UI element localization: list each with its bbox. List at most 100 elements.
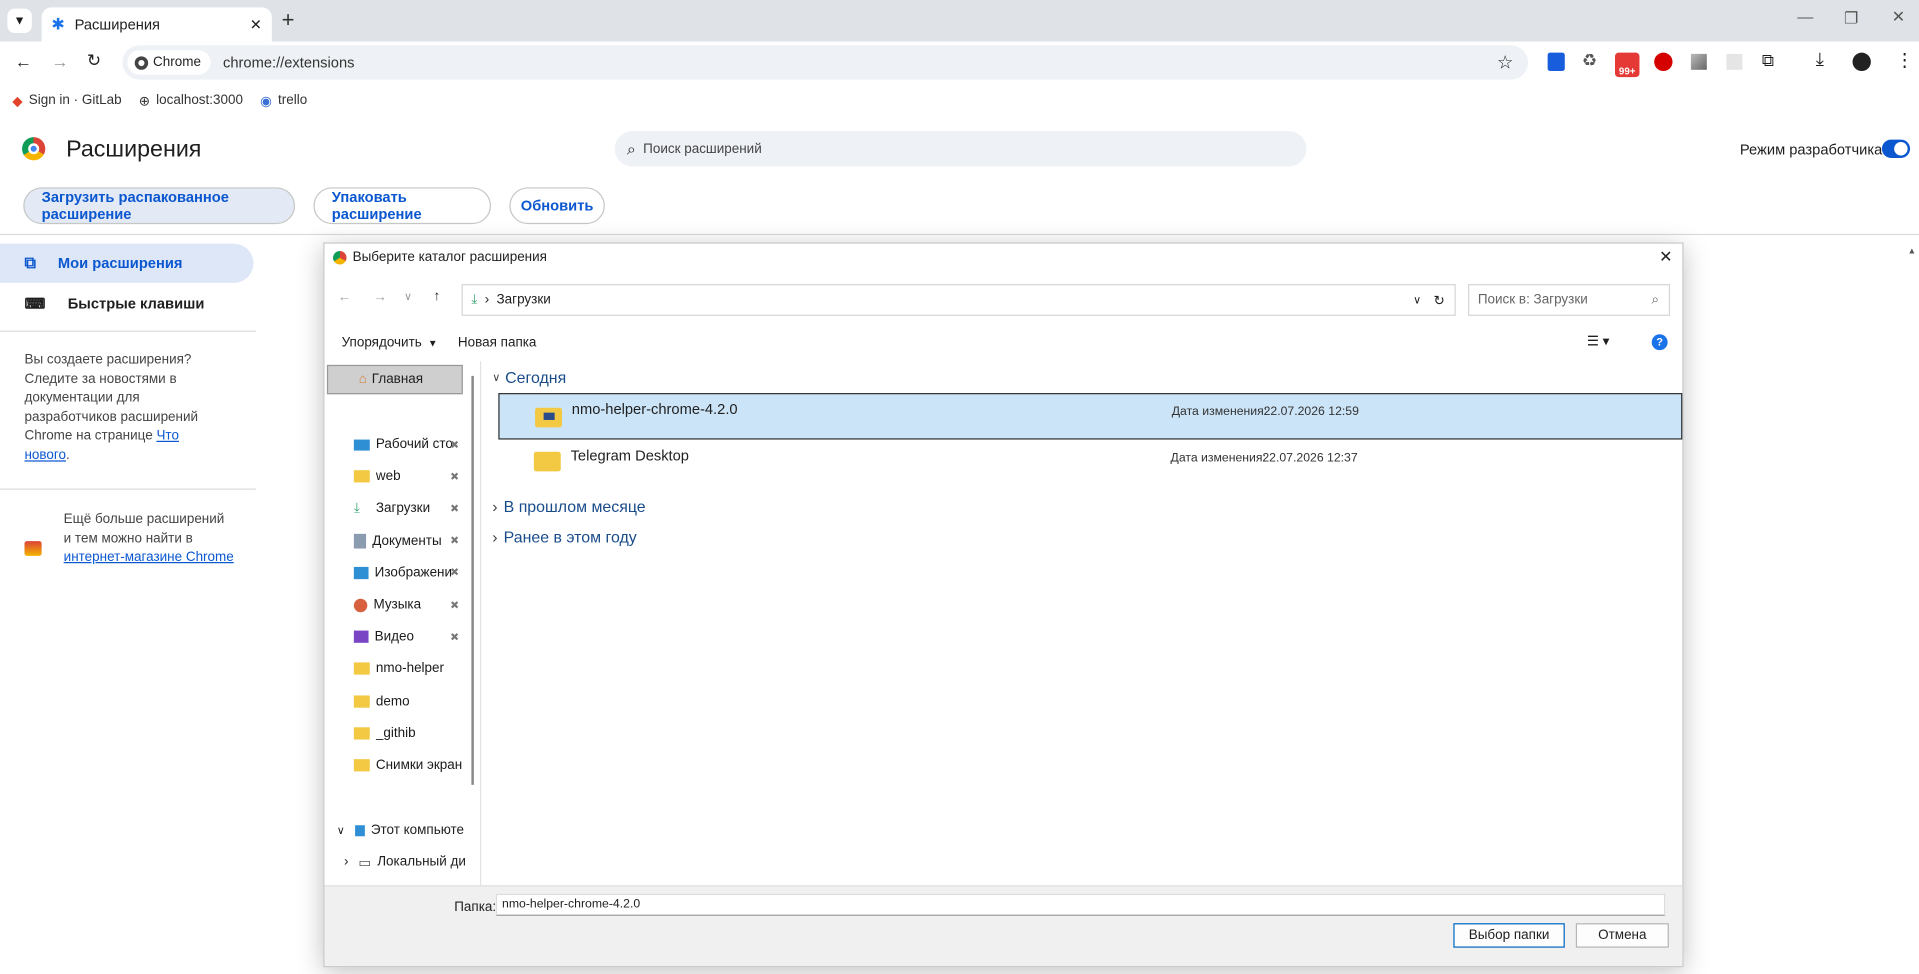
site-chip[interactable]: Chrome xyxy=(127,50,211,75)
bookmark-gitlab[interactable]: ◆ Sign in · GitLab xyxy=(12,92,121,108)
up-icon[interactable]: ↑ xyxy=(433,289,440,304)
adblock-icon[interactable] xyxy=(1654,52,1673,72)
nav-quick-access-item[interactable]: Документы ✚ xyxy=(324,525,464,557)
new-tab-button[interactable]: + xyxy=(282,7,295,33)
extensions-menu-icon[interactable]: ⧉ xyxy=(1762,50,1774,71)
tab-search-button[interactable]: ▼ xyxy=(7,8,32,34)
nav-quick-access-item[interactable]: Изображени ✚ xyxy=(324,557,464,589)
breadcrumb[interactable]: Загрузки xyxy=(497,293,551,308)
nav-quick-access-item[interactable]: Снимки экрана xyxy=(324,749,464,781)
dev-mode-toggle[interactable] xyxy=(1881,139,1911,158)
forward-icon[interactable]: → xyxy=(51,51,68,71)
close-icon[interactable]: ✕ xyxy=(1659,247,1672,267)
download-icon[interactable]: ⤓ xyxy=(1816,49,1824,70)
cancel-button[interactable]: Отмена xyxy=(1575,923,1669,948)
star-icon[interactable]: ☆ xyxy=(1497,51,1513,74)
load-unpacked-button[interactable]: Загрузить распакованное расширение xyxy=(23,187,296,225)
close-window-button[interactable]: ✕ xyxy=(1892,7,1905,27)
music-icon xyxy=(353,598,368,612)
download-icon: ⤓ xyxy=(471,292,478,307)
dialog-search-box[interactable]: Поиск в: Загрузки ⌕ xyxy=(1468,284,1671,316)
scroll-up-icon[interactable]: ▲ xyxy=(1908,247,1916,256)
reload-icon[interactable]: ↻ xyxy=(87,50,101,71)
bitwarden-icon[interactable] xyxy=(1547,52,1565,72)
pack-extension-button[interactable]: Упаковать расширение xyxy=(313,187,491,225)
nav-local-disk-label: Локальный ди xyxy=(377,854,466,870)
group-today-label: Сегодня xyxy=(505,368,567,387)
light-extension-icon[interactable] xyxy=(1726,53,1743,70)
group-last-month[interactable]: › В прошлом месяце xyxy=(492,497,645,515)
nav-local-disk[interactable]: › ▭ Локальный ди xyxy=(324,846,466,878)
chip-label: Chrome xyxy=(153,55,201,70)
new-folder-button[interactable]: Новая папка xyxy=(458,335,537,350)
address-box[interactable]: ⤓ › Загрузки ∨ ↻ xyxy=(461,284,1456,316)
nav-item-label: Музыка xyxy=(373,597,422,613)
nav-scrollbar[interactable] xyxy=(471,375,474,785)
profile-avatar[interactable] xyxy=(1852,52,1871,72)
folder-picker-dialog: Выберите каталог расширения ✕ ← → ∨ ↑ ⤓ … xyxy=(323,242,1684,968)
back-icon[interactable]: ← xyxy=(15,51,32,71)
page-scrollbar[interactable]: ▲ xyxy=(1908,239,1916,974)
file-row[interactable]: Telegram Desktop Дата изменения: 22.07.2… xyxy=(498,442,1682,484)
chevron-right-icon: › xyxy=(492,527,498,547)
bookmark-label: localhost:3000 xyxy=(156,93,244,108)
globe-icon: ⊕ xyxy=(138,93,151,109)
close-icon[interactable]: ✕ xyxy=(250,16,262,33)
chevron-right-icon[interactable]: › xyxy=(344,855,348,870)
nav-item-label: demo xyxy=(375,693,410,709)
nav-item-label: Видео xyxy=(374,629,415,645)
webstore-link[interactable]: интернет-магазине Chrome xyxy=(64,550,234,565)
group-today[interactable]: ∨ Сегодня xyxy=(492,369,566,387)
address-bar[interactable]: Chrome chrome://extensions ☆ xyxy=(122,45,1529,80)
view-options-icon[interactable]: ☰ ▾ xyxy=(1587,333,1610,349)
restore-button[interactable]: ❐ xyxy=(1844,9,1858,29)
nav-quick-access-item[interactable]: Музыка ✚ xyxy=(324,589,464,621)
chevron-down-icon[interactable]: ∨ xyxy=(1413,293,1421,306)
webstore-text: Ещё больше расширений и тем можно найти … xyxy=(63,511,225,546)
navigation-pane: ⌂ Главная Рабочий сто ✚ web ✚ ⤓ Загрузки ✚ Доку… xyxy=(324,361,473,885)
bookmark-label: Sign in · GitLab xyxy=(28,93,122,108)
tab-extensions[interactable]: ✱ Расширения ✕ xyxy=(41,7,272,42)
nav-quick-access-item[interactable]: _githib xyxy=(324,717,464,749)
nav-this-pc[interactable]: ∨ Этот компьюте xyxy=(324,814,464,846)
recycle-icon[interactable]: ♻ xyxy=(1582,50,1597,71)
folder-icon xyxy=(353,727,370,740)
bookmark-trello[interactable]: ◉ trello xyxy=(260,92,307,108)
sidebar-item-my-extensions[interactable]: ⧉ Мои расширения xyxy=(0,243,254,283)
refresh-icon[interactable]: ↻ xyxy=(1434,292,1445,308)
badge-count: 99+ xyxy=(1618,66,1636,78)
url-text[interactable]: chrome://extensions xyxy=(223,54,354,71)
nav-item-label: Документы xyxy=(372,533,442,549)
nav-quick-access-item[interactable]: ⤓ Загрузки ✚ xyxy=(324,493,464,525)
minimize-button[interactable]: — xyxy=(1797,7,1813,25)
back-icon[interactable]: ← xyxy=(338,290,351,305)
dialog-title: Выберите каталог расширения xyxy=(352,249,547,265)
chevron-down-icon[interactable]: ∨ xyxy=(337,823,345,836)
nav-quick-access-item[interactable]: demo xyxy=(324,685,464,717)
group-this-year[interactable]: › Ранее в этом году xyxy=(492,528,636,546)
nav-quick-access-item[interactable]: Рабочий сто ✚ xyxy=(324,429,464,461)
extension-badge-icon[interactable]: 99+ xyxy=(1614,52,1640,78)
folder-name-input[interactable]: nmo-helper-chrome-4.2.0 xyxy=(495,893,1666,916)
nav-quick-access-item[interactable]: Видео ✚ xyxy=(324,621,464,653)
update-button[interactable]: Обновить xyxy=(509,187,605,225)
help-icon[interactable]: ? xyxy=(1651,334,1668,351)
nav-quick-access-item[interactable]: nmo-helper xyxy=(324,653,464,685)
nav-home[interactable]: ⌂ Главная xyxy=(326,364,463,395)
more-menu-icon[interactable]: ⋮ xyxy=(1895,49,1913,71)
select-folder-button[interactable]: Выбор папки xyxy=(1453,923,1565,948)
extensions-search-bar[interactable]: ⌕ Поиск расширений xyxy=(614,131,1307,167)
sidebar-item-label: Быстрые клавиши xyxy=(67,295,205,313)
webstore-promo: Ещё больше расширений и тем можно найти … xyxy=(64,511,235,568)
file-date-label: Дата изменения: xyxy=(1170,451,1266,466)
folder-icon xyxy=(353,759,370,772)
nav-item-label: _githib xyxy=(375,725,416,741)
sidebar-item-shortcuts[interactable]: ⌨ Быстрые клавиши xyxy=(0,285,253,322)
nav-quick-access-item[interactable]: web ✚ xyxy=(324,461,464,493)
bookmark-localhost[interactable]: ⊕ localhost:3000 xyxy=(139,92,243,108)
chevron-down-icon[interactable]: ∨ xyxy=(404,290,412,303)
file-row[interactable]: nmo-helper-chrome-4.2.0 Дата изменения: … xyxy=(498,393,1683,440)
organize-button[interactable]: Упорядочить ▼ xyxy=(342,335,438,350)
forward-icon[interactable]: → xyxy=(373,290,386,305)
gray-extension-icon[interactable] xyxy=(1690,53,1707,70)
